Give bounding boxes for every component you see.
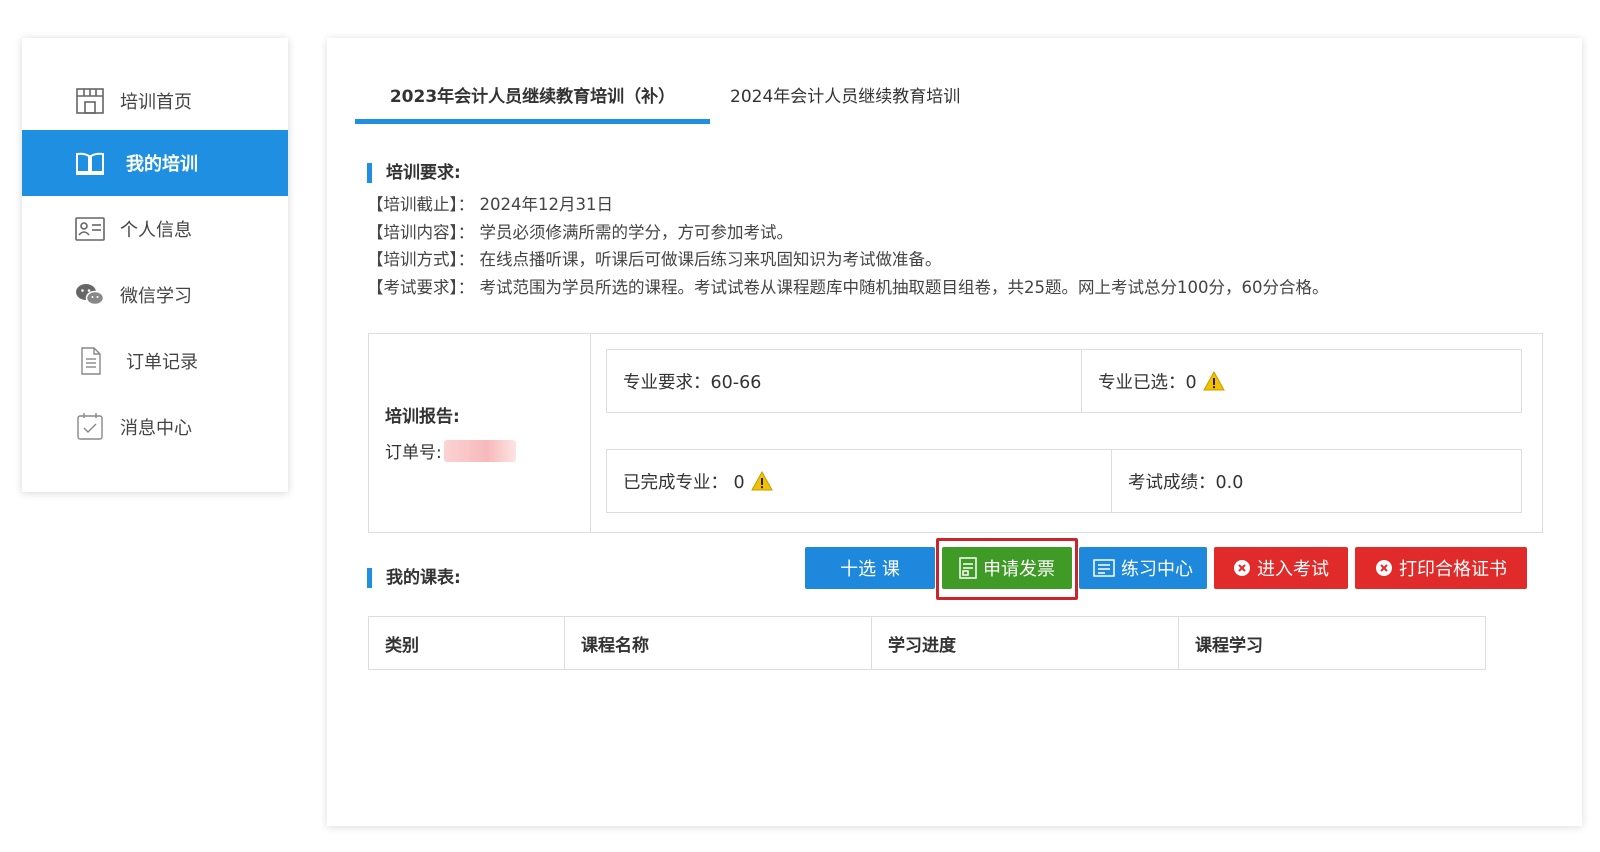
- sidebar-item-label: 订单记录: [126, 352, 198, 373]
- major-required-text: 专业要求：60-66: [623, 372, 762, 393]
- major-completed: 已完成专业： 0: [607, 450, 1112, 512]
- requirement-method: 【培训方式】： 在线点播听课，听课后可做课后练习来巩固知识为考试做准备。: [367, 250, 942, 269]
- apply-invoice-label: 申请发票: [983, 559, 1055, 580]
- sidebar-item-label: 培训首页: [120, 92, 192, 113]
- sidebar-item-label: 消息中心: [120, 418, 192, 439]
- select-course-label: 十选 课: [840, 559, 900, 580]
- sidebar-item-label: 个人信息: [120, 220, 192, 241]
- calendar-check-icon: [77, 413, 103, 440]
- major-selected-text: 专业已选：0: [1098, 372, 1197, 393]
- sidebar-item-personal-info[interactable]: 个人信息: [22, 196, 288, 262]
- select-course-button[interactable]: 十选 课: [805, 547, 935, 589]
- close-circle-icon: [1234, 560, 1250, 576]
- print-certificate-label: 打印合格证书: [1399, 559, 1507, 580]
- sidebar-item-my-training[interactable]: 我的培训: [22, 130, 288, 196]
- schedule-title: 我的课表:: [367, 568, 461, 588]
- major-completed-text: 已完成专业： 0: [623, 472, 745, 493]
- main-panel: 2023年会计人员继续教育培训（补） 2024年会计人员继续教育培训 培训要求:…: [327, 38, 1582, 826]
- order-number-label: 订单号:: [385, 443, 442, 463]
- tab-2024-training[interactable]: 2024年会计人员继续教育培训: [730, 78, 990, 124]
- sidebar: 培训首页 我的培训 个人信息 微信学习 订单记录 消息中心: [22, 38, 288, 492]
- warning-icon: [1202, 371, 1225, 391]
- storefront-icon: [76, 88, 104, 114]
- column-header-progress: 学习进度: [872, 617, 1179, 669]
- sidebar-item-order-records[interactable]: 订单记录: [22, 328, 288, 394]
- enter-exam-button[interactable]: 进入考试: [1214, 547, 1348, 589]
- major-required: 专业要求：60-66: [607, 350, 1082, 412]
- requirement-content: 【培训内容】： 学员必须修满所需的学分，方可参加考试。: [367, 222, 793, 242]
- exam-score: 考试成绩：0.0: [1112, 450, 1521, 512]
- sidebar-item-training-home[interactable]: 培训首页: [22, 68, 288, 134]
- document-icon: [81, 347, 101, 375]
- apply-invoice-button[interactable]: 申请发票: [942, 547, 1072, 589]
- column-header-course-study: 课程学习: [1195, 635, 1263, 656]
- stat-row: 专业要求：60-66 专业已选：0: [606, 349, 1522, 413]
- open-book-icon: [76, 152, 104, 175]
- close-circle-icon: [1376, 560, 1392, 576]
- course-table-header: 类别 课程名称 学习进度 课程学习: [368, 616, 1486, 670]
- column-header-category: 类别: [369, 617, 565, 669]
- report-title: 培训报告:: [385, 407, 460, 427]
- sidebar-item-label: 微信学习: [120, 286, 192, 307]
- print-certificate-button[interactable]: 打印合格证书: [1355, 547, 1527, 589]
- practice-center-button[interactable]: 练习中心: [1079, 547, 1207, 589]
- requirements-list: 【培训截止】： 2024年12月31日 【培训内容】： 学员必须修满所需的学分，…: [367, 191, 1328, 301]
- requirements-title: 培训要求:: [367, 163, 461, 183]
- sidebar-item-message-center[interactable]: 消息中心: [22, 394, 288, 460]
- warning-icon: [750, 471, 773, 491]
- tab-2023-training[interactable]: 2023年会计人员继续教育培训（补）: [355, 78, 710, 124]
- id-card-icon: [75, 217, 105, 241]
- exam-score-text: 考试成绩：0.0: [1128, 472, 1244, 493]
- enter-exam-label: 进入考试: [1257, 559, 1329, 580]
- redacted-order-id: [443, 439, 516, 462]
- list-icon: [1093, 559, 1115, 577]
- requirement-deadline: 【培训截止】： 2024年12月31日: [367, 195, 613, 214]
- report-summary: 培训报告: 订单号:: [369, 334, 591, 532]
- sidebar-item-label: 我的培训: [126, 154, 198, 175]
- column-header-course-name: 课程名称: [565, 617, 872, 669]
- invoice-icon: [959, 557, 977, 579]
- practice-center-label: 练习中心: [1121, 559, 1193, 580]
- wechat-icon: [76, 284, 105, 306]
- training-report: 培训报告: 订单号: 专业要求：60-66 专业已选：0 已完成专业： 0 考试…: [368, 333, 1543, 533]
- sidebar-item-wechat-learning[interactable]: 微信学习: [22, 262, 288, 328]
- stat-row: 已完成专业： 0 考试成绩：0.0: [606, 449, 1522, 513]
- order-number: 订单号:: [385, 438, 516, 463]
- requirement-exam: 【考试要求】： 考试范围为学员所选的课程。考试试卷从课程题库中随机抽取题目组卷，…: [367, 277, 1329, 297]
- major-selected: 专业已选：0: [1082, 350, 1521, 412]
